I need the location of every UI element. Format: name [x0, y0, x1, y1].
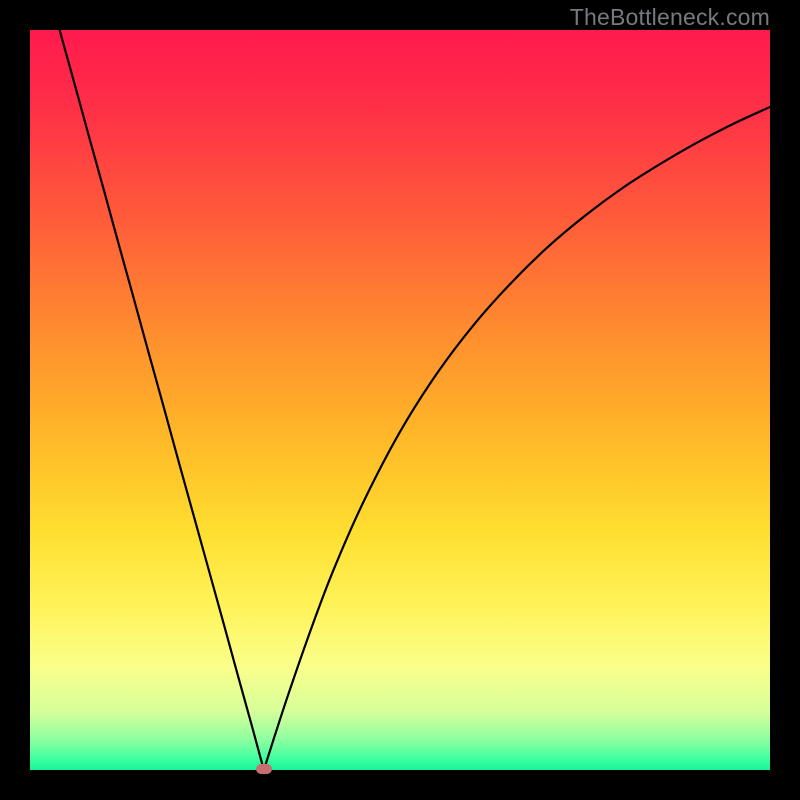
plot-area	[30, 30, 770, 770]
minimum-marker	[256, 764, 272, 774]
chart-frame: TheBottleneck.com	[0, 0, 800, 800]
chart-curve	[30, 30, 770, 770]
watermark-text: TheBottleneck.com	[570, 4, 770, 31]
